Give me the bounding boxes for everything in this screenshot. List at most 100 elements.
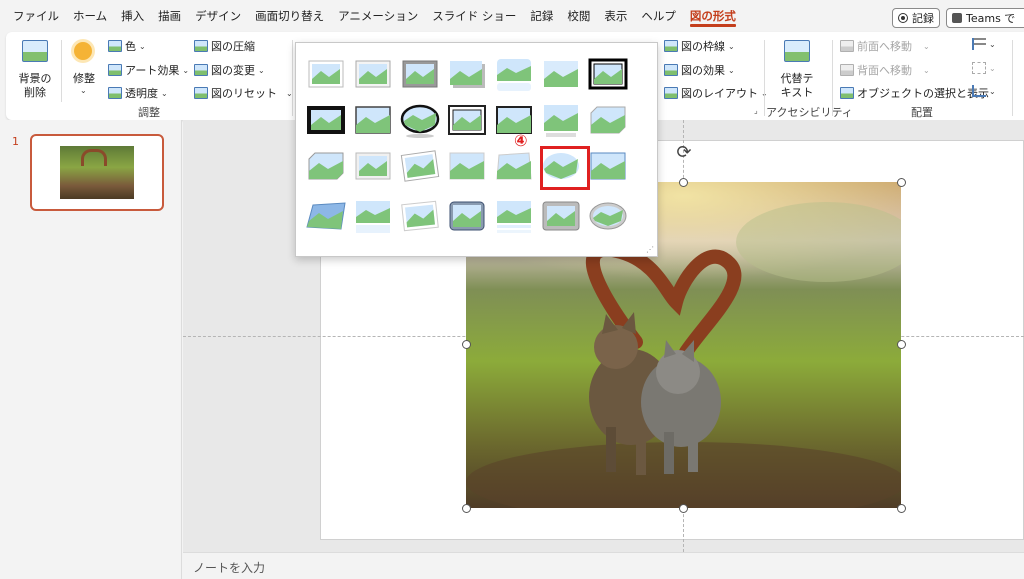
picture-style-reflected-bevel-white[interactable] <box>348 191 398 241</box>
picture-style-thumb-icon <box>544 105 578 137</box>
picture-style-thumb-icon <box>355 60 391 88</box>
picture-style-thumb-icon <box>590 106 626 134</box>
dialog-launcher-icon[interactable]: ⌟ <box>754 106 758 115</box>
chevron-down-icon: ⌄ <box>728 41 735 51</box>
tab-draw[interactable]: 描画 <box>151 0 188 32</box>
resize-handle-bottom-left[interactable] <box>462 504 471 513</box>
picture-style-reflected-perspective[interactable] <box>489 191 539 241</box>
resize-handle-right[interactable] <box>897 340 906 349</box>
rotate-handle-icon[interactable]: ⟳ <box>674 143 694 163</box>
picture-effects-button[interactable]: 図の効果 ⌄ <box>664 62 735 78</box>
corrections-label: 修整 <box>73 72 95 85</box>
resize-handle-top-right[interactable] <box>897 178 906 187</box>
bring-forward-label: 前面へ移動 <box>857 40 912 53</box>
tab-transitions[interactable]: 画面切り替え <box>248 0 331 32</box>
teams-icon <box>952 13 962 23</box>
picture-style-soft-edge-oval[interactable] <box>536 95 586 145</box>
corrections-button[interactable]: 修整 ⌄ <box>66 38 102 102</box>
alt-text-button[interactable]: 代替テ キスト <box>774 38 820 102</box>
record-button[interactable]: 記録 <box>892 8 940 28</box>
picture-style-bevel-rectangle[interactable] <box>583 141 633 191</box>
teams-share-button[interactable]: Teams で <box>946 8 1024 28</box>
tab-help[interactable]: ヘルプ <box>634 0 683 32</box>
picture-style-metal-frame[interactable] <box>395 49 445 99</box>
picture-layout-button[interactable]: 図のレイアウト ⌄ <box>664 85 768 101</box>
picture-style-rotated-white[interactable] <box>395 141 445 191</box>
picture-style-oval-black[interactable] <box>395 95 445 145</box>
picture-style-thumb-icon <box>589 202 627 230</box>
picture-border-button[interactable]: 図の枠線 ⌄ <box>664 38 735 54</box>
resize-handle-top[interactable] <box>679 178 688 187</box>
chevron-down-icon: ⌄ <box>728 65 735 75</box>
picture-style-thumb-icon <box>450 61 485 88</box>
picture-style-thumb-icon <box>355 106 391 134</box>
chevron-down-icon: ⌄ <box>80 86 87 95</box>
tab-animations[interactable]: アニメーション <box>331 0 425 32</box>
bring-forward-button[interactable]: 前面へ移動 ⌄ <box>840 38 930 54</box>
rotate-button[interactable]: ⌄ <box>972 85 996 97</box>
change-picture-button[interactable]: 図の変更 ⌄ <box>194 62 265 78</box>
send-backward-button[interactable]: 背面へ移動 ⌄ <box>840 62 930 78</box>
picture-style-thumb-icon <box>590 152 626 180</box>
tab-view[interactable]: 表示 <box>597 0 634 32</box>
slide-thumbnail[interactable] <box>30 134 164 211</box>
picture-style-simple-frame-black[interactable] <box>348 95 398 145</box>
transparency-label: 透明度 <box>125 87 158 100</box>
picture-style-beveled-matte-white[interactable] <box>348 49 398 99</box>
selection-pane-button[interactable]: オブジェクトの選択と表示 <box>840 85 989 101</box>
picture-style-reflected-rounded[interactable] <box>489 49 539 99</box>
resize-handle-bottom-right[interactable] <box>897 504 906 513</box>
picture-style-perspective-shadow[interactable] <box>442 141 492 191</box>
tab-picture-format[interactable]: 図の形式 <box>683 0 743 32</box>
record-button-label: 記録 <box>912 12 934 25</box>
change-picture-label: 図の変更 <box>211 64 255 77</box>
picture-style-metal-rounded[interactable] <box>442 191 492 241</box>
alt-text-label-2: キスト <box>780 86 814 99</box>
transparency-button[interactable]: 透明度 ⌄ <box>108 85 168 101</box>
artistic-effects-button[interactable]: アート効果 ⌄ <box>108 62 189 78</box>
picture-style-thumb-icon <box>355 152 391 180</box>
picture-style-metal-frame-gray[interactable] <box>536 191 586 241</box>
slides-panel: 1 <box>0 120 182 579</box>
picture-style-thumb-icon <box>307 106 345 134</box>
rotate-icon <box>972 85 986 97</box>
picture-style-soft-edge-rectangle[interactable] <box>536 49 586 99</box>
tab-slideshow[interactable]: スライド ショー <box>425 0 523 32</box>
picture-style-snip-diagonal-corner[interactable] <box>301 141 351 191</box>
picture-style-drop-shadow-rectangle[interactable] <box>442 49 492 99</box>
bring-forward-icon <box>840 40 854 52</box>
remove-background-button[interactable]: 背景の 削除 <box>14 38 56 102</box>
chevron-down-icon: ⌄ <box>923 41 930 51</box>
layout-icon <box>664 87 678 99</box>
compress-pictures-button[interactable]: 図の圧縮 <box>194 38 255 54</box>
align-button[interactable]: ⌄ <box>972 38 996 50</box>
picture-layout-label: 図のレイアウト <box>681 87 758 100</box>
notes-pane[interactable]: ノートを入力 <box>183 552 1024 579</box>
tab-design[interactable]: デザイン <box>188 0 248 32</box>
tab-file[interactable]: ファイル <box>6 0 66 32</box>
picture-style-simple-frame-white[interactable] <box>301 49 351 99</box>
transparency-icon <box>108 87 122 99</box>
tab-record[interactable]: 記録 <box>523 0 560 32</box>
remove-background-label-2: 削除 <box>24 86 46 99</box>
change-picture-icon <box>194 64 208 76</box>
picture-style-metal-oval[interactable] <box>583 191 633 241</box>
picture-style-double-frame-black[interactable] <box>583 49 633 99</box>
picture-style-rounded-diagonal-corner[interactable] <box>583 95 633 145</box>
reset-picture-button[interactable]: 図のリセット ⌄ <box>194 85 293 101</box>
color-button[interactable]: 色 ⌄ <box>108 38 146 54</box>
picture-style-rotated-frame[interactable] <box>395 191 445 241</box>
tab-home[interactable]: ホーム <box>66 0 114 32</box>
resize-grip-icon[interactable]: ⋰ <box>646 245 654 254</box>
picture-style-moderate-frame[interactable] <box>348 141 398 191</box>
chevron-down-icon: ⌄ <box>989 63 996 73</box>
group-button[interactable]: ⌄ <box>972 62 996 74</box>
resize-handle-bottom[interactable] <box>679 504 688 513</box>
tab-review[interactable]: 校閲 <box>560 0 597 32</box>
picture-style-bevel-perspective[interactable] <box>301 191 351 241</box>
resize-handle-left[interactable] <box>462 340 471 349</box>
tab-insert[interactable]: 挿入 <box>114 0 151 32</box>
picture-style-thick-matte-black[interactable] <box>301 95 351 145</box>
picture-style-compound-frame-black[interactable] <box>442 95 492 145</box>
slide-thumbnail-image <box>60 146 134 199</box>
